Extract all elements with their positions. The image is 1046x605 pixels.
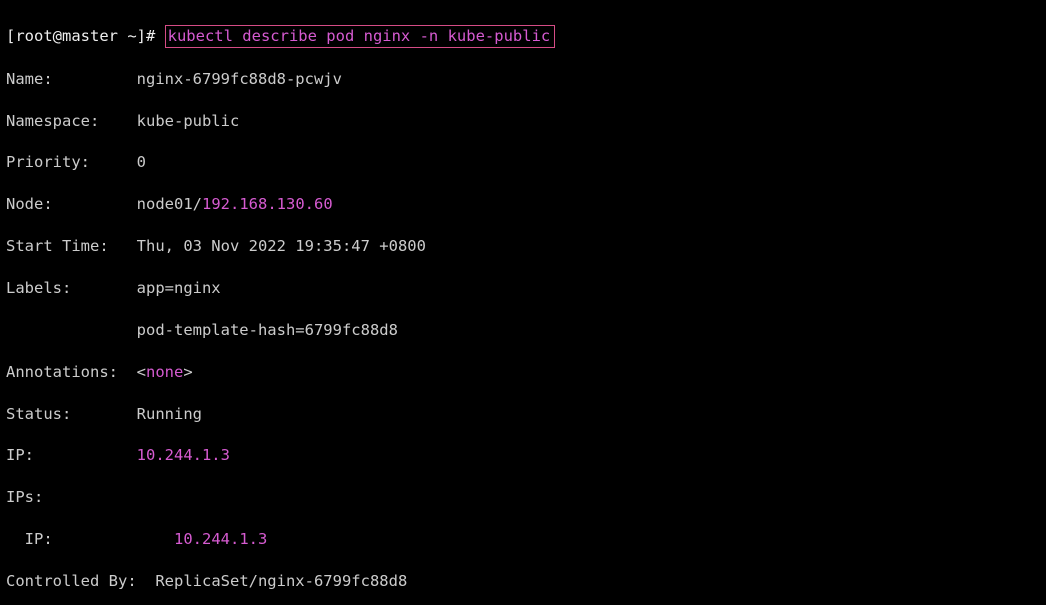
shell-prompt: [root@master ~]# <box>6 27 165 45</box>
row-status: Status: Running <box>6 404 1040 425</box>
terminal-output: [root@master ~]# kubectl describe pod ng… <box>0 0 1046 605</box>
row-labels: Labels: app=nginx <box>6 278 1040 299</box>
row-node: Node: node01/192.168.130.60 <box>6 194 1040 215</box>
node-ip: 192.168.130.60 <box>202 195 333 213</box>
pod-ip: 10.244.1.3 <box>137 446 230 464</box>
row-labels-2: pod-template-hash=6799fc88d8 <box>6 320 1040 341</box>
row-start-time: Start Time: Thu, 03 Nov 2022 19:35:47 +0… <box>6 236 1040 257</box>
row-ip: IP: 10.244.1.3 <box>6 445 1040 466</box>
none-value: none <box>146 363 183 381</box>
row-name: Name: nginx-6799fc88d8-pcwjv <box>6 69 1040 90</box>
command-highlight-box: kubectl describe pod nginx -n kube-publi… <box>165 25 556 48</box>
command-text: kubectl describe pod nginx -n kube-publi… <box>168 27 551 45</box>
row-annotations: Annotations: <none> <box>6 362 1040 383</box>
row-namespace: Namespace: kube-public <box>6 111 1040 132</box>
row-priority: Priority: 0 <box>6 152 1040 173</box>
row-ips-ip: IP: 10.244.1.3 <box>6 529 1040 550</box>
pod-ip-2: 10.244.1.3 <box>174 530 267 548</box>
row-controlled-by: Controlled By: ReplicaSet/nginx-6799fc88… <box>6 571 1040 592</box>
prompt-line: [root@master ~]# kubectl describe pod ng… <box>6 25 1040 48</box>
row-ips: IPs: <box>6 487 1040 508</box>
